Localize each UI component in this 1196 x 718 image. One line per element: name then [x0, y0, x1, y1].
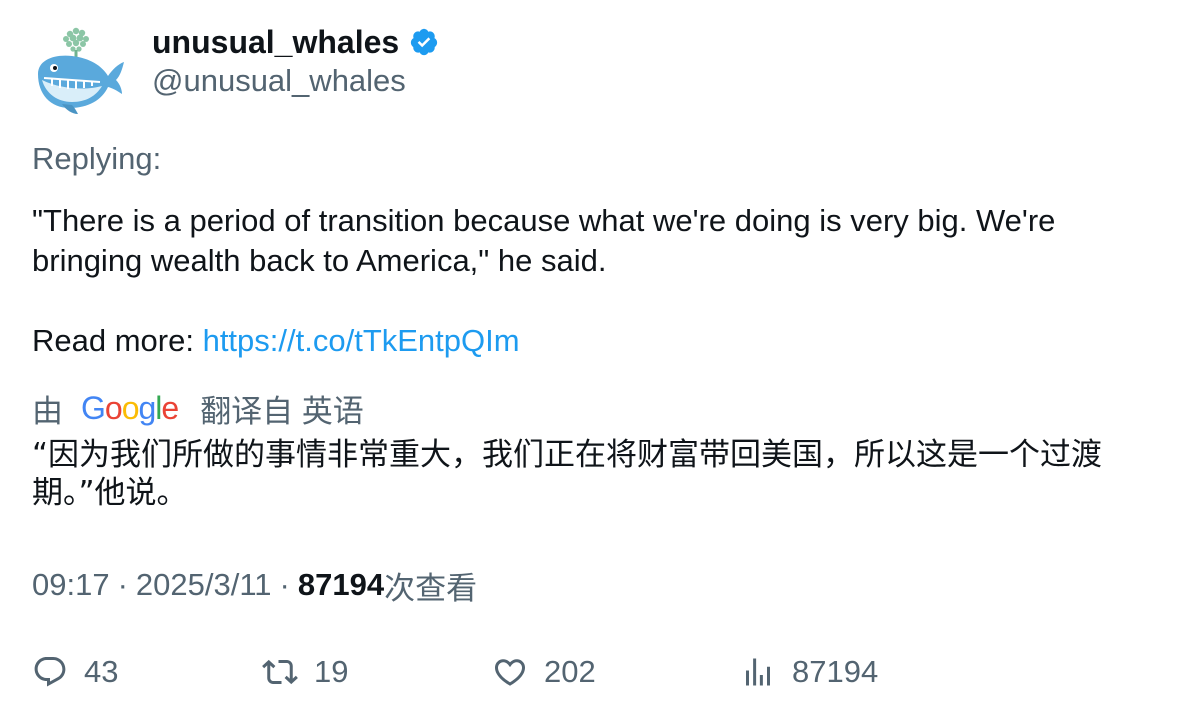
avatar[interactable] — [32, 24, 128, 116]
replying-label: Replying: — [32, 141, 162, 176]
google-logo: Google — [81, 389, 179, 426]
like-count: 202 — [544, 654, 596, 689]
translation-by-label: 由 — [32, 393, 63, 429]
author-name-row[interactable]: unusual_whales — [152, 22, 439, 62]
translation-from-label: 翻译自 英语 — [200, 393, 364, 429]
tweet-date[interactable]: 2025/3/11 — [136, 567, 272, 603]
reply-button[interactable]: 43 — [32, 650, 118, 694]
retweet-icon — [262, 659, 298, 685]
views-count: 87194 — [297, 567, 385, 602]
read-more-label: Read more: — [32, 323, 203, 358]
heart-icon — [494, 659, 526, 686]
whale-logo-icon — [38, 27, 124, 114]
reply-icon — [34, 657, 66, 687]
views-label: 次查看 — [384, 570, 478, 606]
views-action-count: 87194 — [792, 654, 879, 689]
verified-badge-icon — [409, 27, 439, 57]
translated-text: “因为我们所做的事情非常重大，我们正在将财富带回美国，所以这是一个过渡期。”他说… — [32, 437, 1103, 511]
tweet-time[interactable]: 09:17 — [32, 567, 110, 603]
author-handle[interactable]: @unusual_whales — [152, 63, 406, 99]
author-display-name[interactable]: unusual_whales — [152, 24, 399, 61]
like-button[interactable]: 202 — [492, 650, 596, 694]
tweet-quote-text: "There is a period of transition because… — [32, 203, 1056, 278]
retweet-count: 19 — [314, 654, 349, 689]
tweet-link[interactable]: https://t.co/tTkEntpQIm — [203, 323, 520, 358]
tweet-body: "There is a period of transition because… — [32, 201, 1152, 361]
meta-separator: · — [117, 567, 128, 602]
action-bar: 43 19 202 87194 — [32, 650, 1172, 694]
views-button[interactable]: 87194 — [740, 650, 878, 694]
retweet-button[interactable]: 19 — [262, 650, 348, 694]
tweet-meta: 09:17 · 2025/3/11 · 87194 次查看 — [32, 565, 478, 606]
reply-count: 43 — [84, 654, 119, 689]
analytics-icon — [746, 658, 770, 686]
translation-attribution: 由 Google 翻译自 英语 — [32, 386, 364, 430]
meta-separator: · — [279, 567, 290, 602]
tweet-read-more: Read more: https://t.co/tTkEntpQIm — [32, 321, 1152, 361]
